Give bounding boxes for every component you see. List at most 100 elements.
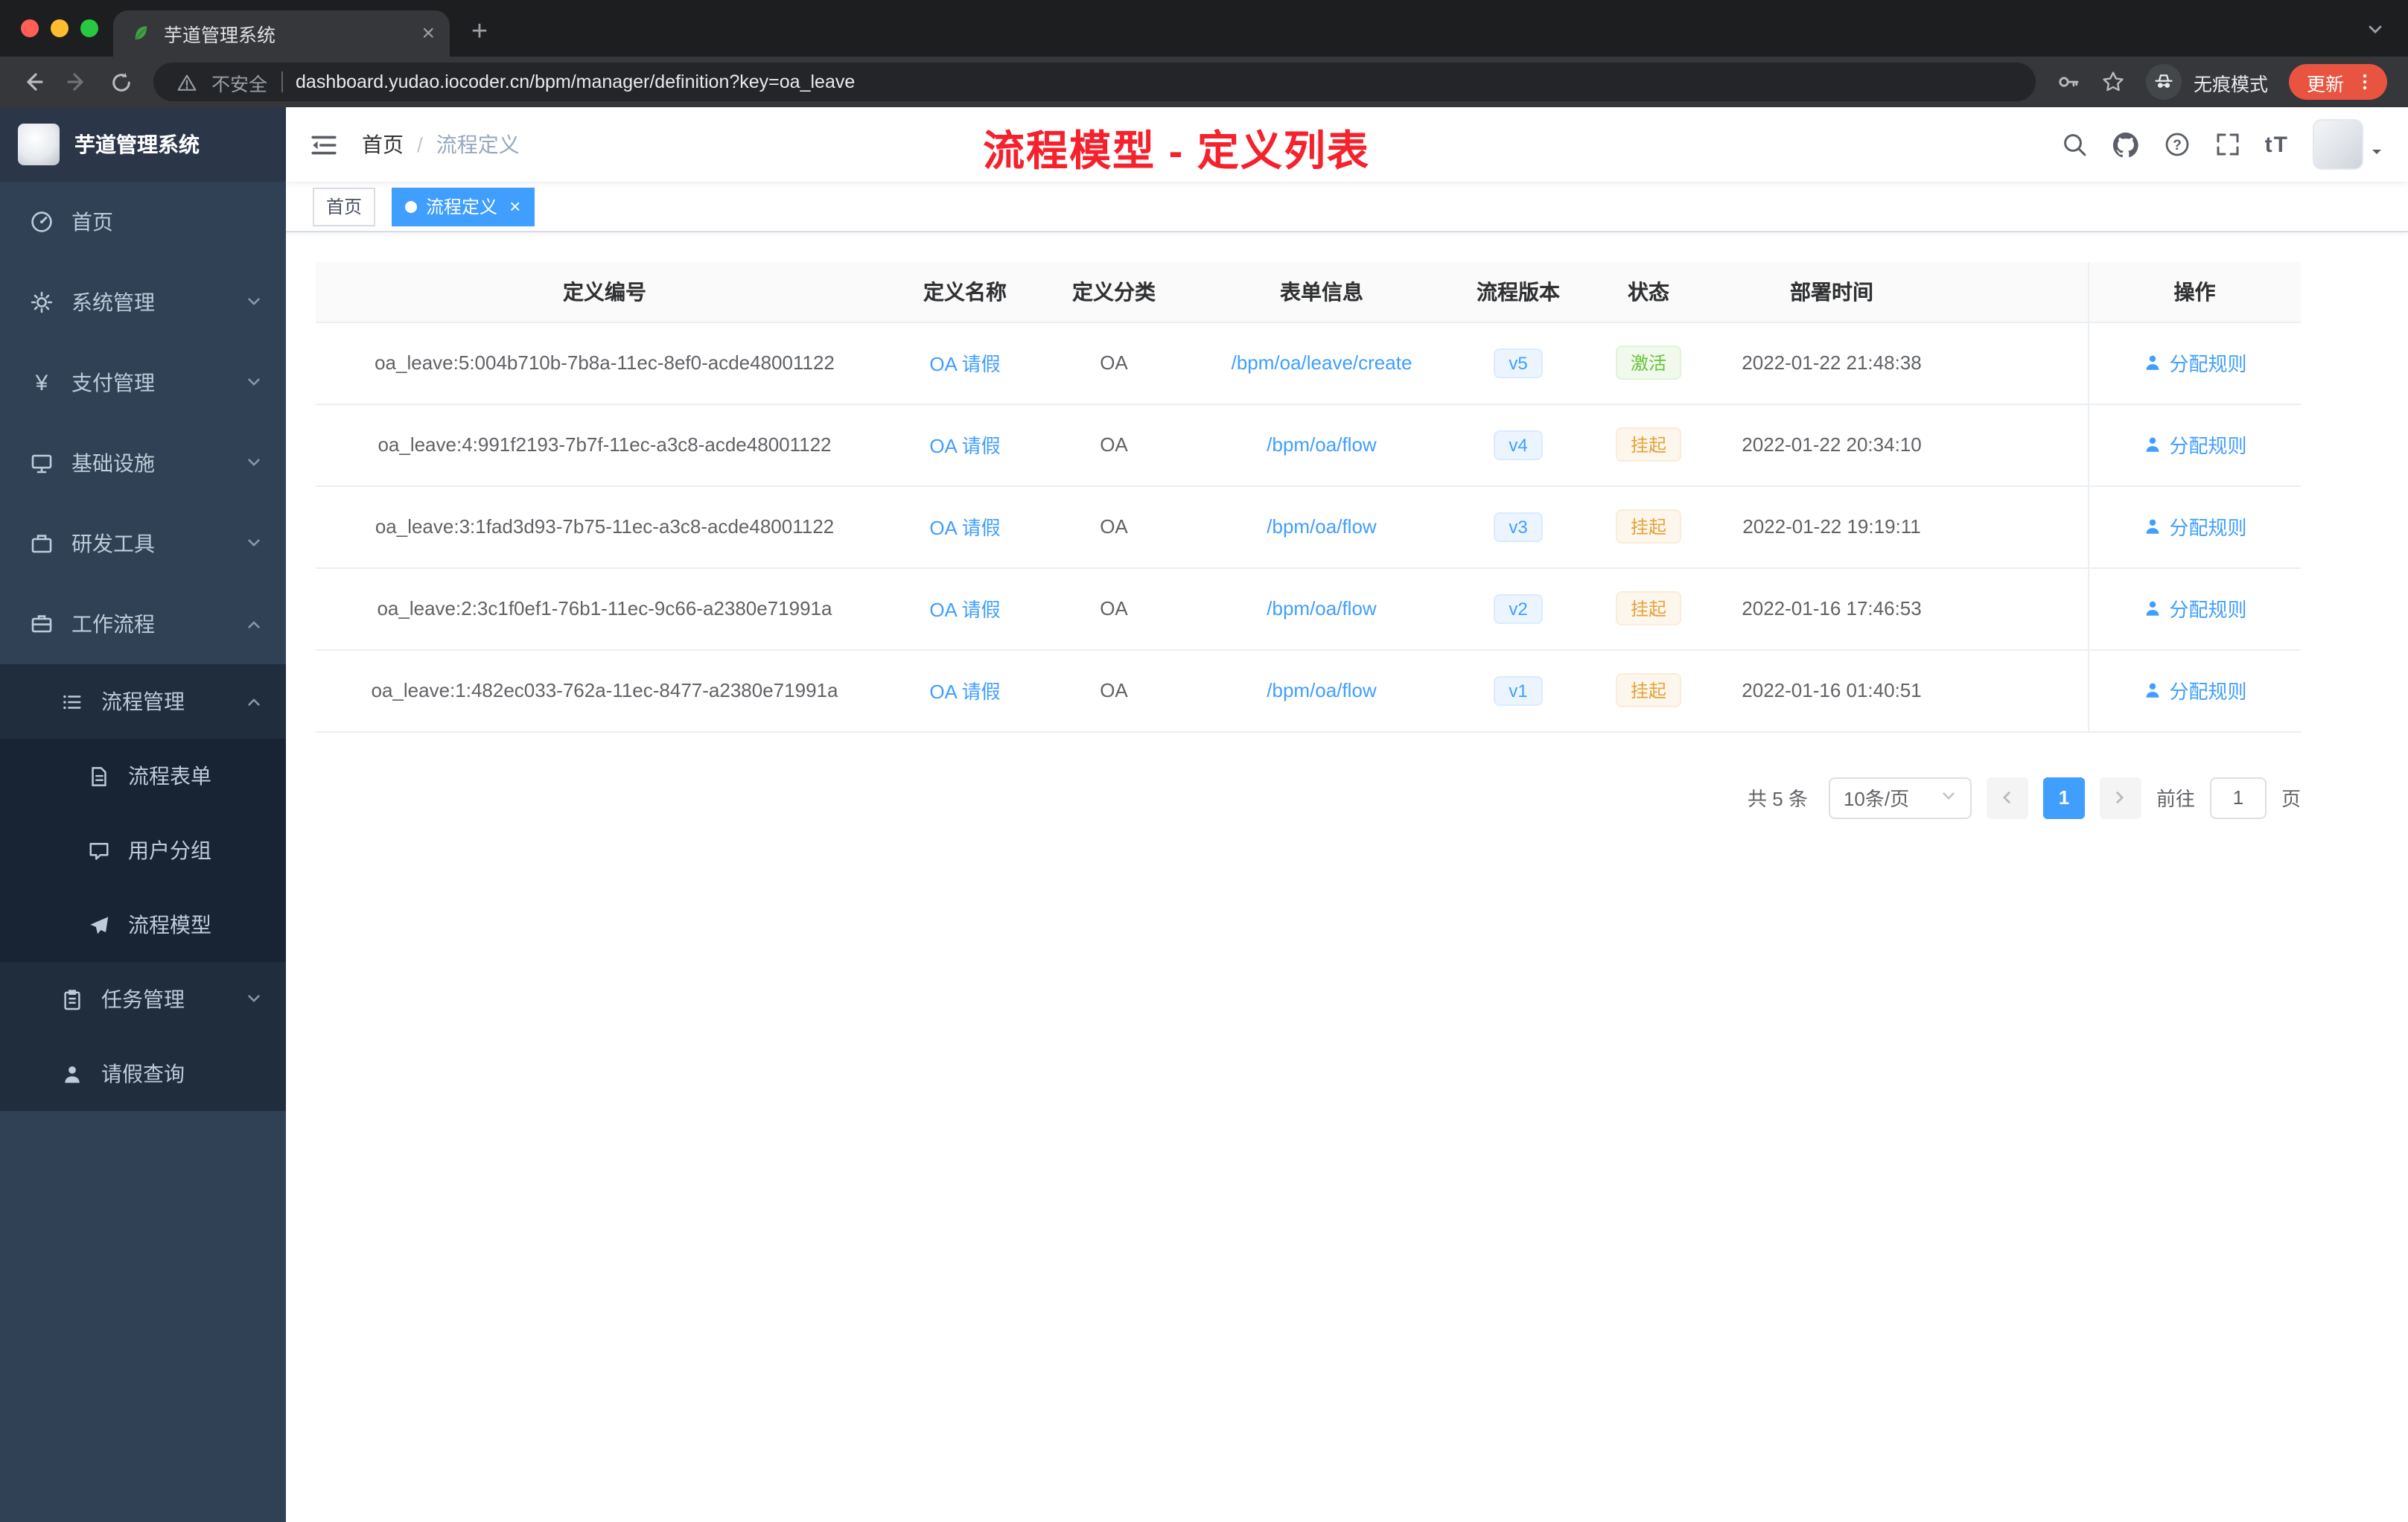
page-size-select[interactable]: 10条/页 — [1828, 777, 1972, 818]
definition-name-link[interactable]: OA 请假 — [929, 353, 1000, 375]
form-link[interactable]: /bpm/oa/flow — [1267, 679, 1376, 701]
cell-filler — [1951, 322, 2088, 404]
reload-icon[interactable] — [110, 71, 133, 93]
back-icon[interactable] — [21, 70, 45, 94]
monitor-icon — [30, 451, 54, 475]
version-badge: v3 — [1494, 512, 1543, 541]
incognito-label: 无痕模式 — [2193, 74, 2268, 95]
url-text: dashboard.yudao.iocoder.cn/bpm/manager/d… — [296, 71, 856, 92]
sidebar-item-process-management[interactable]: 流程管理 — [0, 664, 286, 739]
breadcrumb-home[interactable]: 首页 — [362, 130, 404, 159]
sidebar-item-leave-query[interactable]: 请假查询 — [0, 1037, 286, 1111]
form-link[interactable]: /bpm/oa/leave/create — [1232, 351, 1412, 374]
bookmark-star-icon[interactable] — [2101, 70, 2125, 94]
assign-rule-button[interactable]: 分配规则 — [2142, 512, 2247, 541]
sidebar-item-payment[interactable]: ¥ 支付管理 — [0, 343, 286, 423]
sidebar-item-label: 首页 — [71, 210, 113, 234]
form-link[interactable]: /bpm/oa/flow — [1267, 597, 1376, 620]
cell-deploy-time: 2022-01-16 01:40:51 — [1713, 649, 1951, 732]
tab-close-icon[interactable]: × — [421, 22, 435, 45]
sidebar-item-task-management[interactable]: 任务管理 — [0, 962, 286, 1037]
minimize-window-button[interactable] — [51, 19, 69, 37]
address-separator — [281, 71, 283, 92]
cell-deploy-time: 2022-01-16 17:46:53 — [1713, 567, 1951, 650]
address-bar[interactable]: 不安全 dashboard.yudao.iocoder.cn/bpm/manag… — [153, 63, 2036, 101]
definition-name-link[interactable]: OA 请假 — [929, 517, 1000, 539]
dashboard-icon — [30, 210, 54, 234]
browser-tab[interactable]: 芋道管理系统 × — [113, 10, 450, 57]
tag-home[interactable]: 首页 — [313, 187, 376, 226]
assign-rule-button[interactable]: 分配规则 — [2142, 348, 2247, 377]
breadcrumb-separator: / — [417, 133, 423, 156]
window-controls — [21, 19, 98, 37]
prev-page-button[interactable] — [1986, 777, 2028, 818]
logo-avatar — [18, 124, 60, 165]
update-label: 更新 — [2306, 74, 2344, 95]
form-link[interactable]: /bpm/oa/flow — [1267, 515, 1376, 538]
browser-menu-dots-icon[interactable] — [2353, 70, 2377, 94]
zoom-window-button[interactable] — [80, 19, 98, 37]
new-tab-button[interactable]: + — [459, 12, 500, 54]
version-badge: v4 — [1494, 430, 1543, 459]
sidebar-item-devtools[interactable]: 研发工具 — [0, 503, 286, 584]
assign-rule-button[interactable]: 分配规则 — [2142, 594, 2247, 623]
chat-group-icon — [86, 838, 110, 862]
total-count: 共 5 条 — [1748, 788, 1808, 810]
help-icon[interactable]: ? — [2164, 131, 2191, 158]
status-badge: 挂起 — [1615, 591, 1681, 625]
fullscreen-icon[interactable] — [2214, 131, 2241, 158]
assign-rule-label: 分配规则 — [2169, 599, 2247, 621]
briefcase-icon — [30, 612, 54, 636]
assign-rule-button[interactable]: 分配规则 — [2142, 676, 2247, 704]
font-size-icon[interactable]: tT — [2265, 132, 2289, 157]
sidebar-item-process-model[interactable]: 流程模型 — [0, 888, 286, 962]
sidebar-item-home[interactable]: 首页 — [0, 182, 286, 262]
cell-filler — [1951, 567, 2088, 650]
yen-icon: ¥ — [35, 370, 48, 395]
status-badge: 挂起 — [1615, 427, 1681, 462]
github-icon[interactable] — [2112, 130, 2140, 159]
cell-category: OA — [1036, 567, 1191, 650]
version-badge: v1 — [1494, 675, 1543, 705]
sidebar-item-label: 工作流程 — [71, 612, 155, 636]
sidebar-item-process-form[interactable]: 流程表单 — [0, 739, 286, 813]
definition-name-link[interactable]: OA 请假 — [929, 681, 1000, 703]
sidebar-item-label: 用户分组 — [128, 838, 211, 862]
person-icon — [60, 1062, 83, 1086]
sidebar-item-label: 支付管理 — [71, 371, 155, 395]
goto-page-input[interactable] — [2209, 777, 2267, 818]
password-key-icon[interactable] — [2057, 70, 2080, 94]
sidebar-item-user-group[interactable]: 用户分组 — [0, 813, 286, 888]
assign-rule-label: 分配规则 — [2169, 517, 2247, 539]
sidebar-item-label: 流程模型 — [128, 913, 211, 937]
tab-title: 芋道管理系统 — [164, 25, 276, 46]
process-management-submenu: 流程表单 用户分组 流程模型 — [0, 739, 286, 962]
tab-search-chevron-icon[interactable] — [2366, 19, 2384, 46]
user-menu[interactable] — [2313, 119, 2384, 170]
form-link[interactable]: /bpm/oa/flow — [1267, 433, 1376, 456]
assign-rule-label: 分配规则 — [2169, 435, 2247, 457]
close-window-button[interactable] — [21, 19, 39, 37]
cell-definition-id: oa_leave:5:004b710b-7b8a-11ec-8ef0-acde4… — [316, 322, 894, 404]
browser-update-button[interactable]: 更新 — [2288, 64, 2387, 100]
col-definition-category: 定义分类 — [1036, 262, 1191, 322]
search-icon[interactable] — [2061, 131, 2088, 158]
sidebar-item-workflow[interactable]: 工作流程 — [0, 584, 286, 664]
sidebar-item-system[interactable]: 系统管理 — [0, 262, 286, 343]
chevron-up-icon — [246, 690, 262, 713]
chevron-down-icon — [246, 371, 262, 395]
tag-close-icon[interactable]: × — [509, 197, 520, 216]
sidebar-item-infrastructure[interactable]: 基础设施 — [0, 423, 286, 503]
definition-name-link[interactable]: OA 请假 — [929, 599, 1000, 621]
tag-process-definition[interactable]: 流程定义 × — [392, 187, 535, 226]
annotation-title: 流程模型 - 定义列表 — [983, 128, 1370, 174]
incognito-badge[interactable]: 无痕模式 — [2145, 64, 2268, 100]
next-page-button[interactable] — [2099, 777, 2141, 818]
definition-name-link[interactable]: OA 请假 — [929, 435, 1000, 457]
app-logo[interactable]: 芋道管理系统 — [0, 107, 286, 182]
assign-rule-button[interactable]: 分配规则 — [2142, 430, 2247, 459]
hamburger-icon[interactable] — [310, 130, 338, 159]
page-number-current[interactable]: 1 — [2042, 777, 2085, 818]
breadcrumb: 首页 / 流程定义 — [362, 130, 520, 159]
forward-icon[interactable] — [66, 70, 89, 94]
